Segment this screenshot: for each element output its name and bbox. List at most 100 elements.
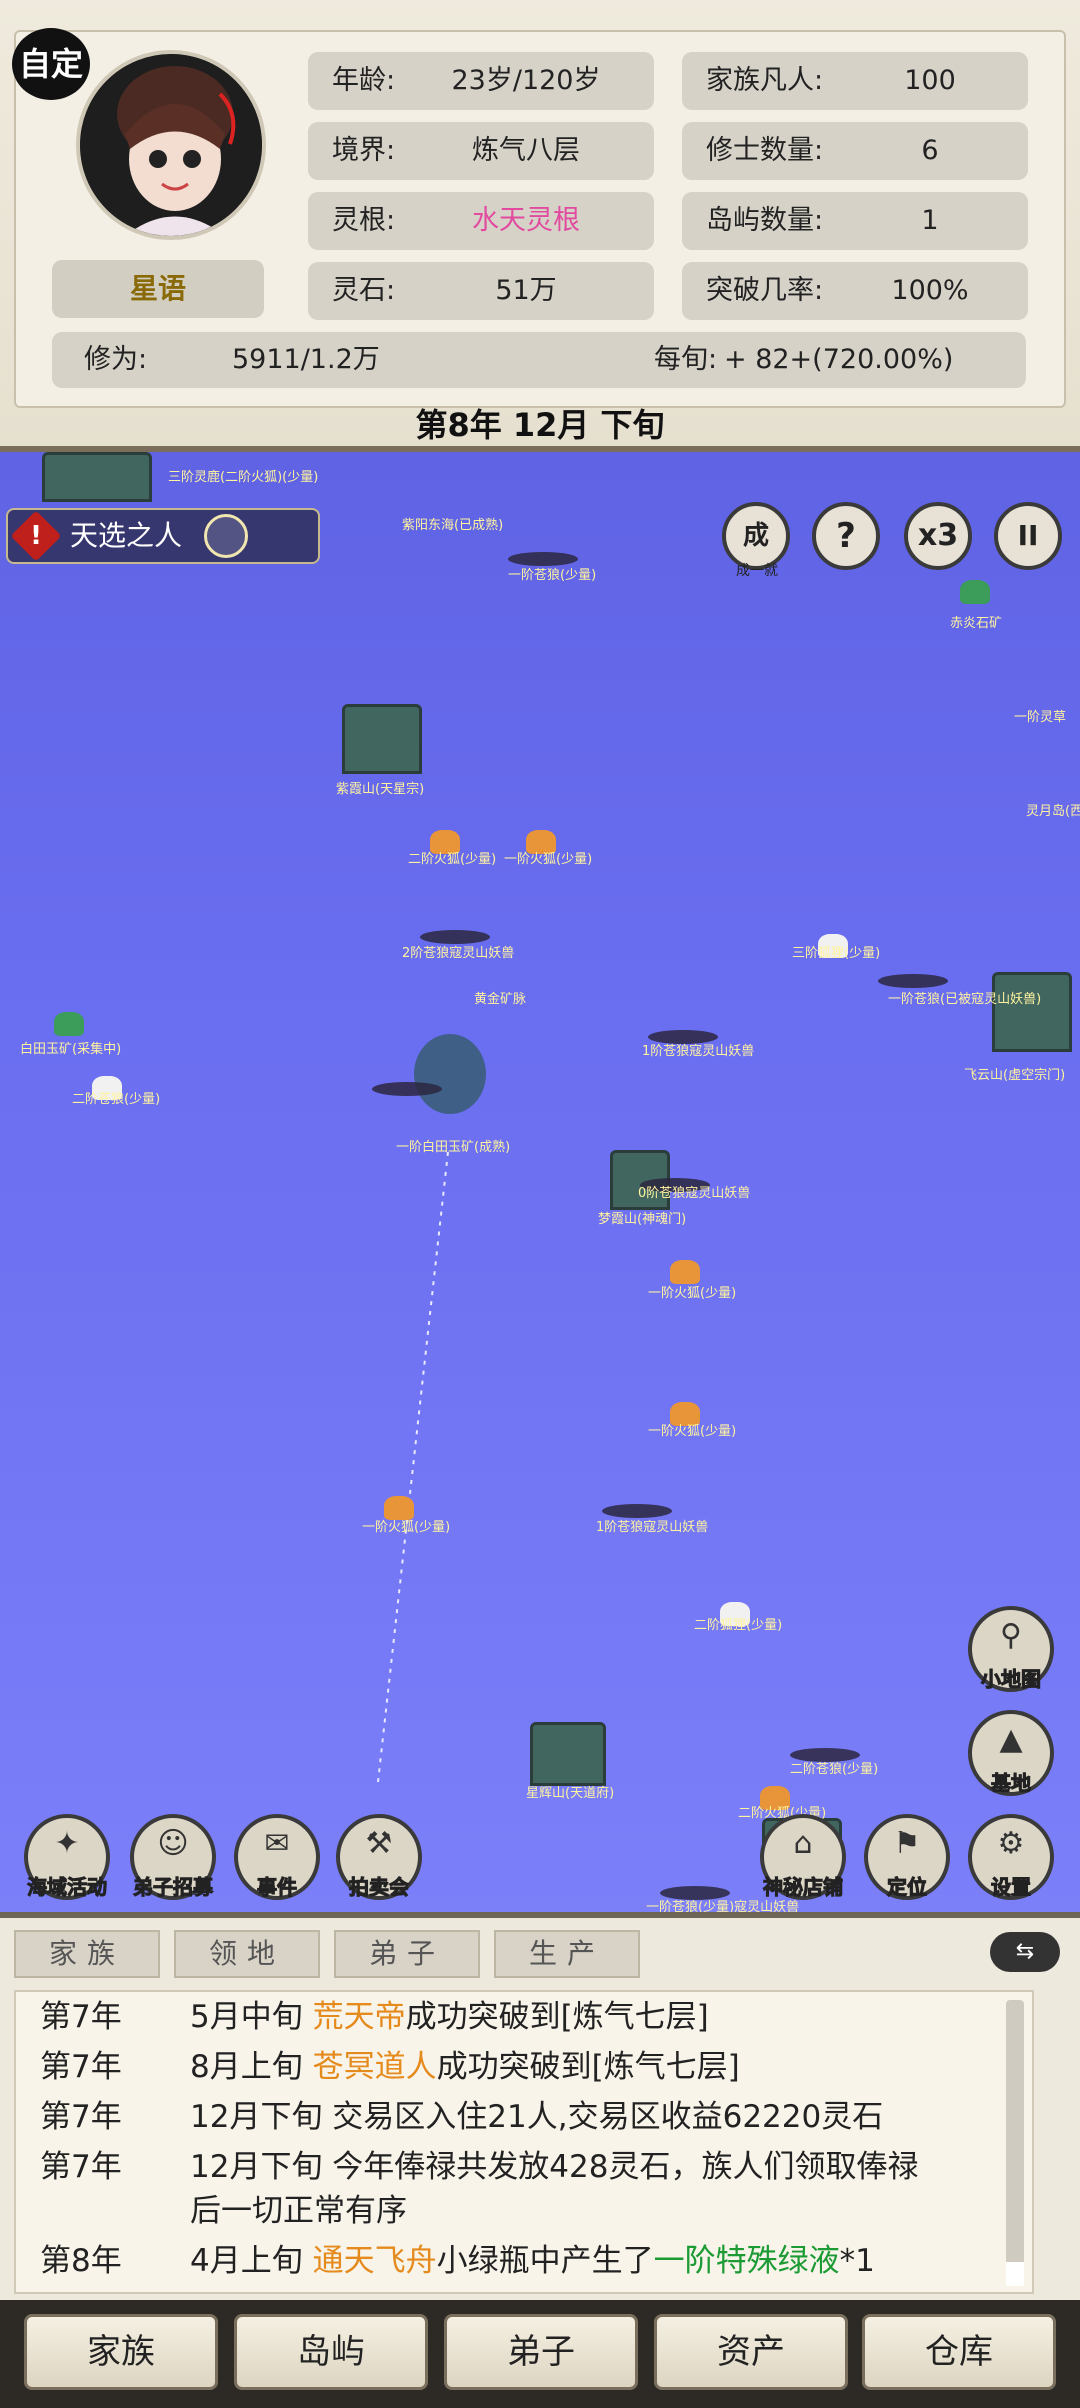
minimap-caption: 小地图	[981, 1667, 1042, 1692]
log-year: 第8年	[40, 2243, 122, 2279]
sect-building[interactable]	[992, 972, 1072, 1052]
log-highlight-name: 荒天帝	[312, 1999, 406, 2035]
speed-icon: x3	[917, 518, 959, 553]
log-highlight-item: 一阶特殊绿液	[653, 2243, 840, 2279]
bottom-nav: 家族 岛屿 弟子 资产 仓库	[0, 2300, 1080, 2408]
map-label: 二阶狐狸(少量)	[694, 1618, 783, 1633]
map-label: 1阶苍狼寇灵山妖兽	[642, 1044, 755, 1059]
map-label: 二阶苍狼(少量)	[72, 1092, 161, 1107]
stat-family: 家族凡人: 100	[682, 52, 1028, 110]
recruit-button[interactable]: ☺ 弟子招募	[130, 1814, 216, 1900]
mystic-shop-caption: 神秘店铺	[763, 1875, 844, 1900]
log-text: 5月中旬	[190, 1999, 313, 2035]
map-label: 赤炎石矿	[950, 616, 1003, 631]
fire-fox-beast[interactable]	[670, 1260, 700, 1284]
log-year: 第7年	[40, 2099, 122, 2135]
spirit-tree[interactable]	[414, 1034, 486, 1114]
map-label: 紫霞山(天星宗)	[336, 782, 425, 797]
pin-icon: ⚲	[1000, 1618, 1022, 1653]
sea-event-button[interactable]: ✦ 海域活动	[24, 1814, 110, 1900]
log-text: 4月上旬	[190, 2243, 313, 2279]
nav-family-button[interactable]: 家族	[24, 2314, 218, 2390]
recruit-icon: ☺	[157, 1826, 189, 1861]
log-entry: 第7年 5月中旬 荒天帝成功突破到[炼气七层]	[16, 1992, 1032, 2042]
stat-spirit-stone: 灵石: 51万	[308, 262, 654, 320]
beast-cloud[interactable]	[372, 1082, 442, 1096]
settings-button[interactable]: ⚙ 设置	[968, 1814, 1054, 1900]
nav-assets-button[interactable]: 资产	[654, 2314, 848, 2390]
beast-cloud[interactable]	[878, 974, 948, 988]
mystic-shop-icon: ⌂	[793, 1826, 813, 1861]
stat-cultivation-value: 5911/1.2万	[232, 344, 380, 375]
log-list[interactable]: 第7年 5月中旬 荒天帝成功突破到[炼气七层] 第7年 8月上旬 苍冥道人成功突破到…	[14, 1990, 1034, 2294]
log-tab-family[interactable]: 家族	[14, 1930, 160, 1978]
locate-button[interactable]: ⚑ 定位	[864, 1814, 950, 1900]
log-entry: 第8年 4月上旬 通天飞舟小绿瓶中产生了一阶特殊绿液*1	[16, 2236, 1032, 2286]
map-label: 黄金矿脉	[474, 992, 527, 1007]
ore-node[interactable]	[960, 580, 990, 604]
stat-breakthrough: 突破几率: 100%	[682, 262, 1028, 320]
mystic-shop-button[interactable]: ⌂ 神秘店铺	[760, 1814, 846, 1900]
world-map[interactable]: 三阶灵鹿(二阶火狐)(少量) 紫阳东海(已成熟) 一阶苍狼(少量) 赤炎石矿 一…	[0, 452, 1080, 1912]
map-label: 三阶狐狸(少量)	[792, 946, 881, 961]
map-label: 一阶火狐(少量)	[648, 1424, 737, 1439]
map-label: 一阶火狐(少量)	[362, 1520, 451, 1535]
pause-icon: II	[1017, 519, 1039, 552]
log-tab-disciples[interactable]: 弟子	[334, 1930, 480, 1978]
event-caption: 事件	[257, 1875, 298, 1900]
event-button[interactable]: ✉ 事件	[234, 1814, 320, 1900]
custom-badge[interactable]: 自定	[12, 28, 90, 100]
log-entry: 第7年 12月下旬 交易区入住21人,交易区收益62220灵石	[16, 2092, 1032, 2142]
map-label: 白田玉矿(采集中)	[20, 1042, 122, 1057]
mountain-icon: ▲	[999, 1722, 1023, 1757]
map-label: 灵月岛(西)	[1026, 804, 1080, 819]
log-highlight-name: 苍冥道人	[312, 2049, 437, 2085]
map-label: 一阶白田玉矿(成熟)	[396, 1140, 511, 1155]
speed-button[interactable]: x3	[904, 502, 972, 570]
stat-island-value: 1	[921, 205, 939, 236]
character-avatar[interactable]	[76, 50, 266, 240]
log-entry: 第7年 8月上旬 苍冥道人成功突破到[炼气七层]	[16, 2042, 1032, 2092]
log-year: 第7年	[40, 2149, 122, 2185]
log-toggle-icon[interactable]: ⇆	[990, 1932, 1060, 1972]
map-label: 一阶苍狼(少量)	[508, 568, 597, 583]
log-text: 小绿瓶中产生了	[436, 2243, 654, 2279]
help-button[interactable]: ?	[812, 502, 880, 570]
auction-button[interactable]: ⚒ 拍卖会	[336, 1814, 422, 1900]
game-date: 第8年 12月 下旬	[415, 406, 665, 444]
log-text: 成功突破到[炼气七层]	[436, 2049, 740, 2085]
nav-disciples-button[interactable]: 弟子	[444, 2314, 638, 2390]
auction-caption: 拍卖会	[349, 1875, 410, 1900]
log-text: 8月上旬	[190, 2049, 313, 2085]
base-button[interactable]: ▲ 基地	[968, 1710, 1054, 1796]
stat-family-value: 100	[904, 65, 956, 96]
achievement-icon: 成	[742, 521, 769, 551]
stat-per-period-value: + 82+(720.00%)	[724, 344, 954, 375]
sect-building[interactable]	[42, 452, 152, 502]
map-label: 2阶苍狼寇灵山妖兽	[402, 946, 515, 961]
chosen-one-banner[interactable]: ! 天选之人	[6, 508, 320, 564]
pause-button[interactable]: II	[994, 502, 1062, 570]
settings-gear-icon: ⚙	[997, 1826, 1025, 1861]
character-name[interactable]: 星语	[52, 260, 264, 318]
minimap-button[interactable]: ⚲ 小地图	[968, 1606, 1054, 1692]
log-tab-territory[interactable]: 领地	[174, 1930, 320, 1978]
sect-building[interactable]	[530, 1722, 606, 1786]
log-text: 12月下旬 交易区入住21人,交易区收益62220灵石	[190, 2099, 884, 2135]
nav-islands-button[interactable]: 岛屿	[234, 2314, 428, 2390]
chosen-one-label: 天选之人	[70, 519, 183, 552]
stat-islands: 岛屿数量: 1	[682, 192, 1028, 250]
locate-flag-icon: ⚑	[893, 1826, 921, 1861]
stat-cultivator-value: 6	[921, 135, 939, 166]
log-scrollbar[interactable]	[1006, 2000, 1024, 2286]
stat-root-value: 水天灵根	[472, 205, 580, 236]
log-tab-production[interactable]: 生产	[494, 1930, 640, 1978]
jade-ore-node[interactable]	[54, 1012, 84, 1036]
sect-building[interactable]	[342, 704, 422, 774]
map-label: 一阶火狐(少量)	[648, 1286, 737, 1301]
base-caption: 基地	[991, 1771, 1032, 1796]
sea-event-icon: ✦	[54, 1826, 80, 1861]
log-scroll-thumb[interactable]	[1006, 2262, 1024, 2286]
nav-warehouse-button[interactable]: 仓库	[862, 2314, 1056, 2390]
map-label: 星辉山(天道府)	[526, 1786, 615, 1801]
